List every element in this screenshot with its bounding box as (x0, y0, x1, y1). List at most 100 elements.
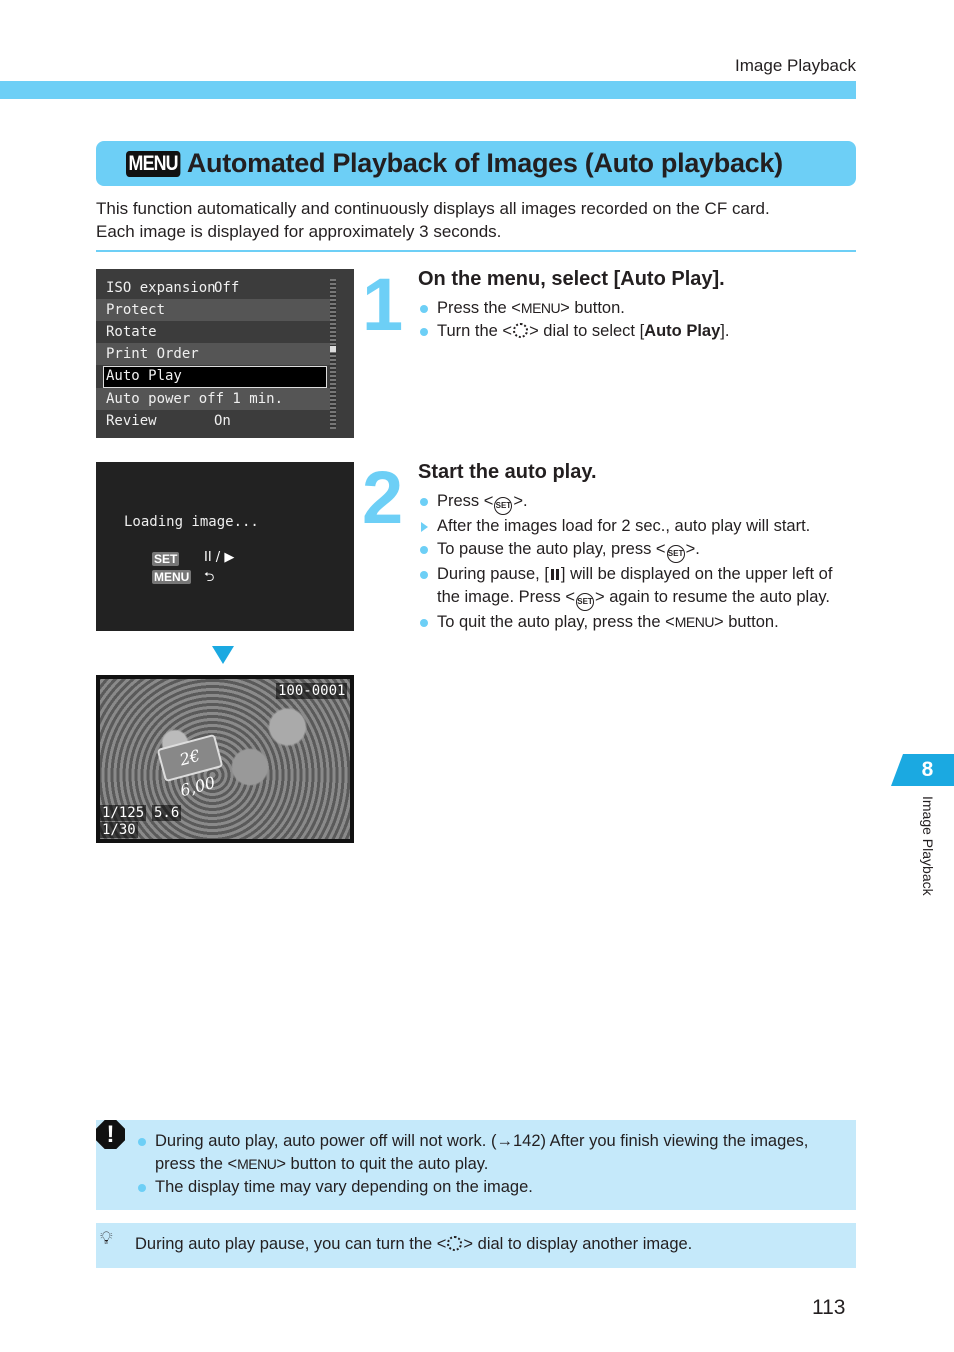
bullet-item: Turn the < > dial to select [Auto Play]. (418, 320, 858, 343)
pause-icon (550, 569, 554, 580)
step-number: 1 (362, 263, 403, 346)
menu-row: ISO expansion Off (96, 277, 332, 299)
file-number: 100-0001 (276, 683, 348, 699)
text: The display time may vary depending on t… (155, 1178, 533, 1196)
set-button-icon: SET (576, 593, 595, 611)
exposure-line: 1/30 (100, 822, 138, 838)
return-icon: ⮌ (204, 570, 215, 585)
intro-line: Each image is displayed for approximatel… (96, 222, 502, 241)
bullet-item: To quit the auto play, press the <MENU> … (418, 611, 858, 634)
menu-button-icon: MENU (674, 614, 715, 630)
set-button-icon: SET (666, 545, 685, 563)
bullet-item: During pause, [] will be displayed on th… (418, 563, 858, 611)
loading-screenshot: Loading image... SET II / ▶ MENU ⮌ (96, 462, 354, 631)
result-arrow-icon (421, 522, 428, 532)
chapter-number: 8 (921, 758, 934, 781)
lightbulb-icon: 💡︎ (100, 1228, 113, 1248)
pause-play-icon: II / ▶ (204, 550, 235, 565)
chapter-label: Image Playback (920, 796, 936, 896)
text: To pause the auto play, press < (437, 540, 666, 558)
caution-box: ! During auto play, auto power off will … (96, 1120, 856, 1210)
step-bullets: Press the <MENU> button. Turn the < > dia… (418, 297, 858, 343)
menu-button-icon: MENU (520, 300, 561, 316)
bullet-dot (138, 1184, 146, 1192)
bullet-dot (420, 619, 428, 627)
text: Press the < (437, 299, 521, 317)
text: To quit the auto play, press the < (437, 613, 675, 631)
bullet-dot (420, 498, 428, 506)
menu-row: Rotate (96, 321, 332, 343)
intro-line: This function automatically and continuo… (96, 199, 770, 218)
text: > button to quit the auto play. (276, 1155, 489, 1173)
scrollbar-thumb (330, 346, 336, 352)
set-badge: SET (152, 552, 180, 566)
text: > dial to select [ (529, 322, 645, 340)
text: > button. (560, 299, 625, 317)
menu-icon: MENU (126, 150, 181, 177)
dial-icon (513, 323, 529, 338)
menu-row: Print Order (96, 343, 332, 365)
caution-icon: ! (96, 1120, 125, 1149)
menu-button-icon: MENU (237, 1156, 277, 1172)
caution-body: During auto play, auto power off will no… (136, 1130, 851, 1199)
header-bar (0, 81, 856, 99)
menu-row-label: ISO expansion (106, 280, 216, 296)
page-number: 113 (812, 1296, 846, 1319)
shutter-speed: 1/125 (100, 805, 147, 821)
bullet-dot (420, 571, 428, 579)
bullet-item: To pause the auto play, press < SET >. (418, 538, 858, 563)
menu-row-value: On (214, 413, 231, 429)
price-sign: 2€ 6,00 (156, 733, 224, 800)
menu-row-value: Off (214, 280, 240, 296)
menu-row-label: Rotate (106, 324, 157, 340)
divider (96, 250, 856, 252)
menu-row-label: Print Order (106, 346, 199, 362)
playback-screenshot: 2€ 6,00 100-0001 1/125 5.6 1/30 (96, 675, 354, 843)
step-title: On the menu, select [Auto Play]. (418, 268, 725, 290)
text: After the images load for 2 sec., auto p… (437, 517, 811, 535)
text: During auto play pause, you can turn the… (135, 1235, 447, 1253)
text: During pause, [ (437, 565, 549, 583)
chapter-tab: 8 (891, 754, 954, 786)
bullet-item: Press < SET >. (418, 490, 858, 515)
menu-row-label: Protect (106, 302, 166, 318)
text: > dial to display another image. (463, 1235, 693, 1253)
running-head: Image Playback (735, 56, 856, 75)
menu-screenshot: ISO expansion Off Protect Rotate Print Or… (96, 269, 354, 438)
aperture: 5.6 (152, 805, 182, 821)
tip-text: During auto play pause, you can turn the… (135, 1233, 692, 1256)
step-title: Start the auto play. (418, 461, 597, 483)
loading-text: Loading image... (124, 514, 259, 530)
page-title: Automated Playback of Images (Auto playb… (186, 148, 783, 178)
tip-box: 💡︎ During auto play pause, you can turn … (96, 1223, 856, 1268)
menu-row: Review On (96, 410, 332, 432)
bullet-item: Press the <MENU> button. (418, 297, 858, 320)
menu-row: Protect (96, 299, 332, 321)
menu-row-selected: Auto Play (103, 366, 327, 388)
menu-row: Auto power off 1 min. (96, 388, 332, 410)
bullet-item: The display time may vary depending on t… (136, 1176, 851, 1199)
menu-badge: MENU (152, 570, 192, 584)
bullet-item: After the images load for 2 sec., auto p… (418, 515, 858, 538)
intro-text: This function automatically and continuo… (96, 197, 856, 243)
text: Press < (437, 492, 494, 510)
bold-text: Auto Play (644, 322, 721, 340)
set-button-icon: SET (494, 497, 513, 515)
dial-icon (447, 1236, 463, 1251)
bullet-dot (420, 305, 428, 313)
step-number: 2 (362, 456, 403, 539)
scrollbar (330, 279, 336, 429)
arrow-down-icon (212, 646, 234, 664)
text: Turn the < (437, 322, 513, 340)
text: > button. (713, 613, 779, 631)
step-bullets: Press < SET >. After the images load for 2… (418, 490, 858, 634)
menu-row-label: Auto power off 1 min. (106, 391, 284, 407)
text: >. (513, 492, 528, 510)
text: ]. (720, 322, 730, 340)
bullet-dot (420, 546, 428, 554)
bullet-dot (420, 328, 428, 336)
menu-row-label: Review (106, 413, 157, 429)
bullet-dot (138, 1138, 146, 1146)
section-title-bar: MENU Automated Playback of Images (Auto … (96, 141, 856, 186)
menu-row-label: Auto Play (106, 368, 182, 384)
